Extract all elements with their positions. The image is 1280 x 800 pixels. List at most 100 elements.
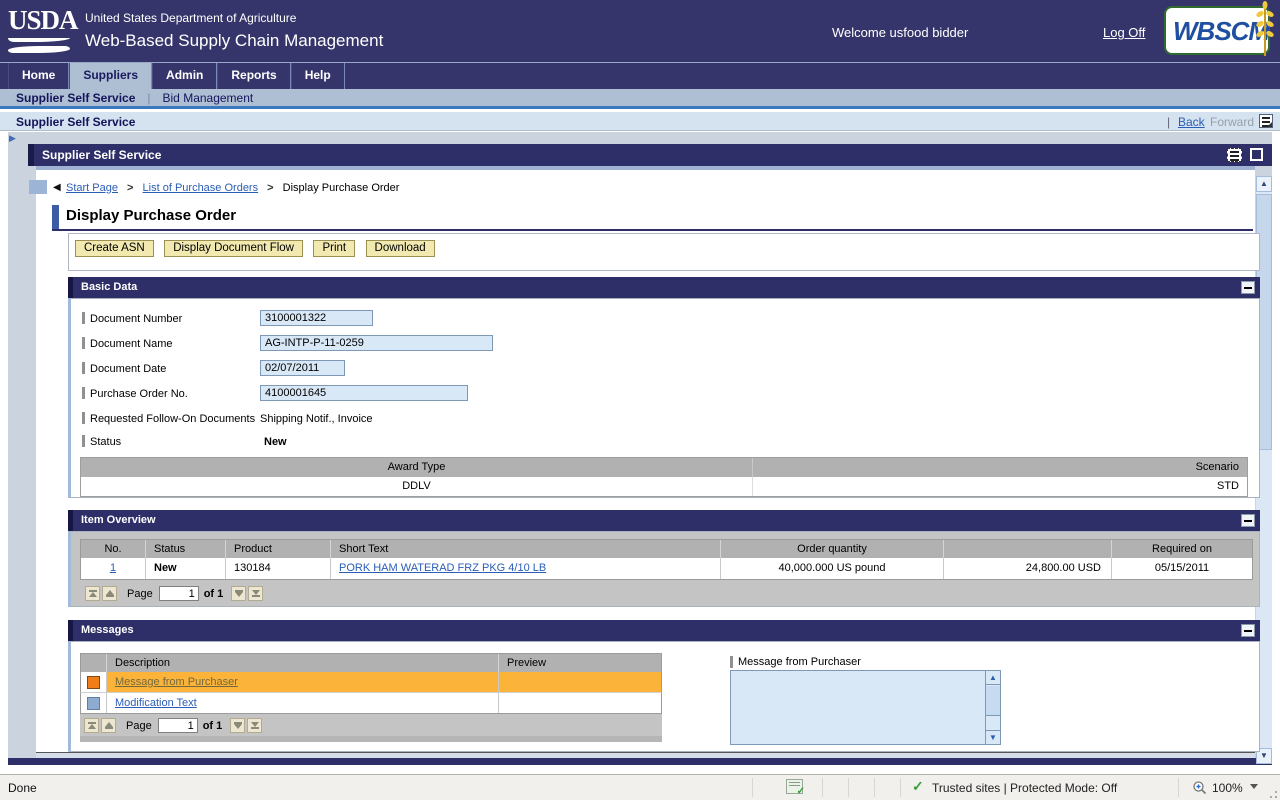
tab-help[interactable]: Help — [291, 63, 345, 89]
security-zone-text[interactable]: Trusted sites | Protected Mode: Off — [932, 781, 1117, 795]
pager-of-label: of 1 — [204, 588, 224, 600]
follow-on-documents-label: Requested Follow-On Documents — [90, 413, 255, 425]
col-required-on[interactable]: Required on — [1112, 540, 1252, 558]
document-number-field[interactable] — [260, 310, 373, 326]
maximize-icon[interactable] — [1250, 148, 1263, 161]
pager-first-page-button[interactable] — [85, 586, 100, 601]
item-no-link[interactable]: 1 — [110, 562, 116, 574]
collapse-section-icon[interactable] — [1241, 514, 1255, 527]
pager-previous-page-button[interactable] — [102, 586, 117, 601]
modification-text-link[interactable]: Modification Text — [115, 697, 197, 709]
pager-first-page-button[interactable] — [84, 718, 99, 733]
field-marker — [82, 387, 85, 399]
pager-previous-page-button[interactable] — [101, 718, 116, 733]
subnav-bid-management[interactable]: Bid Management — [163, 91, 254, 105]
col-description[interactable]: Description — [107, 654, 499, 672]
top-banner: USDA United States Department of Agricul… — [0, 0, 1280, 62]
textarea-scroll-down-icon[interactable]: ▼ — [986, 730, 1000, 744]
row-selector-cell[interactable] — [81, 672, 107, 692]
col-order-quantity[interactable]: Order quantity — [721, 540, 944, 558]
col-status[interactable]: Status — [146, 540, 226, 558]
zoom-dropdown-icon[interactable] — [1250, 784, 1258, 789]
award-table: Award Type Scenario DDLV STD — [80, 457, 1248, 497]
basic-data-title: Basic Data — [81, 281, 137, 293]
item-overview-table: No. Status Product Short Text Order quan… — [80, 539, 1253, 580]
tab-home[interactable]: Home — [8, 63, 69, 89]
row-selector-cell[interactable] — [81, 693, 107, 713]
action-button-bar: Create ASN Display Document Flow Print D… — [68, 233, 1260, 271]
status-label: Status — [90, 436, 121, 448]
tab-admin[interactable]: Admin — [152, 63, 217, 89]
pager-last-page-button[interactable] — [247, 718, 262, 733]
back-link[interactable]: Back — [1178, 115, 1205, 129]
textarea-scrollbar[interactable]: ▲ ▼ — [985, 671, 1000, 744]
item-row: 1 New 130184 PORK HAM WATERAD FRZ PKG 4/… — [80, 558, 1253, 580]
compatibility-view-icon[interactable]: ✓ — [786, 779, 803, 794]
statusbar-separator — [900, 778, 901, 797]
display-document-flow-button[interactable]: Display Document Flow — [164, 240, 303, 257]
document-name-field[interactable] — [260, 335, 493, 351]
col-amount[interactable] — [944, 540, 1112, 558]
item-amount: 24,800.00 USD — [944, 558, 1112, 579]
pager-page-input[interactable] — [158, 718, 198, 733]
item-short-text-link[interactable]: PORK HAM WATERAD FRZ PKG 4/10 LB — [339, 562, 546, 574]
message-row-selected[interactable]: Message from Purchaser — [80, 672, 662, 693]
col-preview[interactable]: Preview — [499, 654, 661, 672]
panel-options-icon[interactable] — [1227, 148, 1242, 162]
field-marker — [82, 435, 85, 447]
field-marker — [730, 656, 733, 668]
print-button[interactable]: Print — [313, 240, 355, 257]
message-detail-textarea[interactable]: ▲ ▼ — [730, 670, 1001, 745]
zoom-magnifier-icon[interactable] — [1192, 780, 1208, 796]
award-table-header: Award Type Scenario — [81, 458, 1247, 477]
tab-reports[interactable]: Reports — [217, 63, 290, 89]
breadcrumb-list-of-purchase-orders[interactable]: List of Purchase Orders — [143, 182, 259, 194]
message-from-purchaser-link[interactable]: Message from Purchaser — [115, 676, 238, 688]
pager-next-page-button[interactable] — [230, 718, 245, 733]
pager-page-input[interactable] — [159, 586, 199, 601]
item-overview-header: Item Overview — [68, 510, 1260, 531]
item-status: New — [146, 558, 226, 579]
create-asn-button[interactable]: Create ASN — [75, 240, 154, 257]
download-button[interactable]: Download — [366, 240, 435, 257]
document-name-label: Document Name — [90, 338, 173, 350]
item-order-quantity: 40,000.000 US pound — [721, 558, 944, 579]
award-table-row: DDLV STD — [81, 477, 1247, 496]
log-off-link[interactable]: Log Off — [1103, 25, 1145, 40]
col-no[interactable]: No. — [81, 540, 146, 558]
breadcrumb-start-page[interactable]: Start Page — [66, 182, 118, 194]
statusbar-separator — [1178, 778, 1179, 797]
panel-expander-icon[interactable]: ▶ — [9, 133, 16, 144]
collapse-section-icon[interactable] — [1241, 281, 1255, 294]
item-overview-column-headers: No. Status Product Short Text Order quan… — [80, 539, 1253, 558]
textarea-scroll-up-icon[interactable]: ▲ — [986, 671, 1000, 685]
col-short-text[interactable]: Short Text — [331, 540, 721, 558]
scroll-up-button[interactable]: ▲ — [1256, 176, 1272, 192]
follow-on-documents-value: Shipping Notif., Invoice — [260, 413, 373, 425]
pager-last-page-button[interactable] — [248, 586, 263, 601]
col-product[interactable]: Product — [226, 540, 331, 558]
message-row[interactable]: Modification Text — [80, 693, 662, 714]
breadcrumb-separator: > — [127, 182, 133, 194]
collapse-section-icon[interactable] — [1241, 624, 1255, 637]
status-value: New — [264, 436, 287, 448]
welcome-text: Welcome usfood bidder — [832, 25, 968, 40]
item-overview-title: Item Overview — [81, 514, 156, 526]
page-title-rule — [52, 229, 1253, 231]
basic-data-header: Basic Data — [68, 277, 1260, 298]
textarea-scroll-thumb[interactable] — [986, 686, 1000, 716]
scenario-header: Scenario — [753, 458, 1247, 477]
tab-suppliers[interactable]: Suppliers — [69, 63, 152, 89]
statusbar-separator — [822, 778, 823, 797]
usda-logo-swoosh — [8, 46, 70, 53]
document-date-label: Document Date — [90, 363, 166, 375]
history-menu-icon[interactable] — [1259, 114, 1273, 128]
breadcrumb-back-icon[interactable]: ◀ — [53, 182, 61, 193]
row-icon — [87, 697, 100, 710]
zoom-level-text[interactable]: 100% — [1212, 781, 1243, 795]
nav-separator: | — [1167, 115, 1170, 129]
subnav-supplier-self-service[interactable]: Supplier Self Service — [16, 91, 135, 105]
purchase-order-no-field[interactable] — [260, 385, 468, 401]
pager-next-page-button[interactable] — [231, 586, 246, 601]
document-date-field[interactable] — [260, 360, 345, 376]
